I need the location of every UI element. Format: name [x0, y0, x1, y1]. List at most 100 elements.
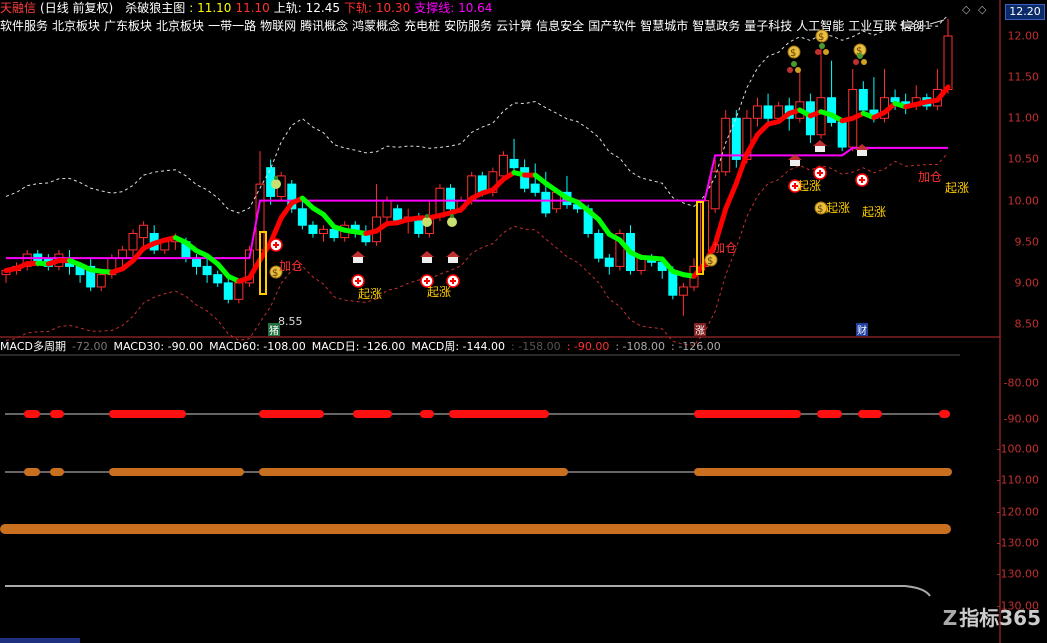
candle[interactable]	[86, 258, 96, 292]
ma-segment	[278, 200, 295, 221]
candle-body	[752, 105, 762, 119]
zhang-badge: 涨	[695, 325, 705, 337]
macd-header: MACD多周期 -72.00 MACD30: -90.00 MACD60: -108.…	[0, 340, 727, 354]
brand-logo: Z 指标365	[942, 606, 1041, 630]
macd-axis: -80.00 -90.00 -100.00 -110.00 -120.00 -130.00…	[997, 337, 1047, 643]
signal-bar	[696, 201, 704, 275]
candle-body	[816, 97, 826, 136]
macd-week: MACD周: -144.00	[411, 340, 506, 353]
candle-body	[393, 208, 403, 222]
macd-v1: : -158.00	[511, 340, 561, 353]
macd-tick: -80.00	[1003, 376, 1039, 390]
candle-body	[509, 158, 519, 169]
candle-body	[139, 224, 149, 239]
price-tick: 10.00	[1007, 194, 1040, 208]
svg-text:$: $	[818, 32, 824, 43]
candle-body	[319, 228, 329, 234]
jiacang-label: 加仓	[713, 241, 737, 255]
candle-body	[128, 232, 138, 251]
qizhang-label: 起涨	[797, 178, 821, 193]
house-icon	[446, 251, 460, 263]
plus-icon	[351, 274, 365, 288]
candle[interactable]	[149, 225, 159, 255]
macd-v4: : -126.00	[671, 340, 721, 353]
price-tick: 11.50	[1007, 70, 1040, 84]
price-tick: 10.50	[1007, 152, 1040, 166]
candle[interactable]	[858, 81, 868, 115]
candle[interactable]	[223, 278, 233, 304]
candle[interactable]	[509, 138, 519, 172]
date-strip	[0, 638, 80, 643]
price-tick: 8.50	[1014, 317, 1040, 331]
chart-app[interactable]: 天融信 (日线 前复权) 杀破狼主图: 11.10 11.10 上轨: 12.45 下轨:…	[0, 0, 1047, 643]
candle[interactable]	[297, 200, 307, 230]
money-bag-icon: $	[787, 45, 801, 59]
candle-body	[721, 117, 731, 173]
candle[interactable]	[816, 44, 826, 139]
candle[interactable]	[117, 245, 127, 267]
coins-icon	[787, 61, 801, 73]
jiacang-label: 加仓	[918, 170, 942, 184]
candle-body	[541, 191, 551, 214]
candle-body	[202, 265, 212, 276]
candle[interactable]	[319, 225, 329, 242]
candle-body	[858, 88, 868, 111]
candle[interactable]	[615, 229, 625, 271]
candle-body	[530, 183, 540, 193]
plus-icon	[269, 238, 283, 252]
plus-icon	[813, 166, 827, 180]
candle-body	[594, 232, 604, 259]
candle[interactable]	[943, 18, 953, 94]
candle[interactable]	[594, 229, 604, 263]
candle-body	[382, 200, 392, 218]
candle[interactable]	[192, 254, 202, 275]
cai-badge: 财	[857, 324, 867, 337]
macd-week-line	[5, 585, 931, 597]
candle[interactable]	[932, 68, 942, 111]
support-line	[6, 146, 948, 260]
house-icon	[351, 251, 365, 263]
candle[interactable]	[604, 254, 614, 275]
macd-tick: -100.00	[996, 442, 1039, 456]
candle[interactable]	[848, 68, 858, 152]
candle[interactable]	[446, 184, 456, 213]
house-icon	[813, 140, 827, 152]
high-price-label: 12.21	[900, 19, 932, 32]
candle-body	[837, 121, 847, 148]
svg-text:$: $	[272, 268, 278, 279]
candle[interactable]	[308, 221, 318, 238]
qizhang-label: 起涨	[862, 204, 886, 219]
candle[interactable]	[752, 97, 762, 127]
money-bag-icon: $	[815, 29, 829, 43]
candle-body	[678, 286, 688, 296]
macd-30: MACD30: -90.00	[113, 340, 204, 353]
ma-segment	[596, 216, 612, 237]
candle[interactable]	[213, 270, 223, 287]
money-bag-icon: $	[704, 253, 718, 267]
candle-body	[604, 257, 614, 267]
macd-tick: -90.00	[1003, 412, 1039, 426]
jiacang-label: 加仓	[279, 259, 303, 273]
candle-body	[308, 224, 318, 234]
candle[interactable]	[731, 110, 741, 168]
price-tick: 12.00	[1007, 29, 1040, 43]
candle[interactable]	[371, 184, 381, 246]
house-icon	[420, 251, 434, 263]
macd-title[interactable]: MACD多周期	[0, 340, 66, 353]
low-price-label: 8.55	[278, 315, 303, 328]
candle-body	[234, 282, 244, 300]
price-tick: 9.00	[1014, 276, 1040, 290]
candle[interactable]	[678, 282, 688, 316]
candle[interactable]	[562, 175, 572, 209]
macd-tick: -130.00	[996, 567, 1039, 581]
candlestick-chart[interactable]: $加仓起涨 起涨$加仓起涨$ 起涨 起涨加仓起涨$$$12.218.55猪涨财	[0, 0, 1047, 643]
ma-segment	[712, 206, 729, 247]
qizhang-label: 起涨	[826, 200, 850, 215]
candle[interactable]	[202, 258, 212, 283]
candle-body	[297, 208, 307, 226]
qizhang-label: 起涨	[427, 284, 451, 299]
candle-body	[213, 274, 223, 284]
qizhang-label: 起涨	[358, 286, 382, 301]
svg-text:$: $	[817, 204, 823, 215]
qizhang-label: 起涨	[945, 180, 969, 195]
